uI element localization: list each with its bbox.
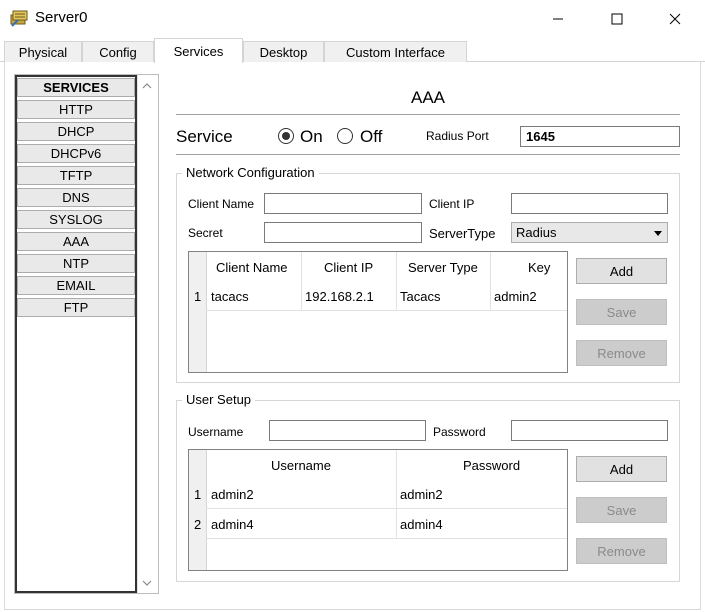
server-icon: [10, 8, 30, 28]
row-number-column: [189, 252, 206, 372]
client-ip-label: Client IP: [429, 197, 475, 211]
close-button[interactable]: [652, 4, 698, 34]
server-type-select[interactable]: Radius: [511, 222, 668, 243]
client-name-field[interactable]: [264, 193, 422, 214]
key-cell[interactable]: admin2: [494, 289, 537, 304]
password-field[interactable]: [511, 420, 668, 441]
server-type-label: ServerType: [429, 226, 496, 241]
column-divider: [396, 450, 397, 539]
username-cell[interactable]: admin2: [211, 487, 254, 502]
page-title: AAA: [410, 88, 446, 107]
tab-physical[interactable]: Physical: [4, 41, 82, 62]
service-off-label: Off: [360, 127, 383, 146]
maximize-button[interactable]: [594, 4, 640, 34]
password-cell[interactable]: admin4: [400, 517, 443, 532]
divider: [176, 114, 680, 115]
add-user-button[interactable]: Add: [576, 456, 667, 482]
sidebar-item-http[interactable]: HTTP: [17, 100, 135, 119]
client-name-cell[interactable]: tacacs: [211, 289, 249, 304]
column-header-client-ip[interactable]: Client IP: [324, 260, 373, 275]
tab-config[interactable]: Config: [82, 41, 154, 62]
sidebar-item-ntp[interactable]: NTP: [17, 254, 135, 273]
chevron-down-icon: [654, 231, 662, 236]
minimize-icon: [553, 18, 563, 20]
service-label: Service: [176, 127, 233, 146]
radius-port-field[interactable]: 1645: [520, 126, 680, 147]
service-on-radio[interactable]: [278, 128, 294, 144]
column-divider: [206, 252, 207, 372]
password-label: Password: [433, 425, 486, 439]
scroll-down-icon[interactable]: [140, 576, 154, 590]
username-cell[interactable]: admin4: [211, 517, 254, 532]
row-divider: [206, 310, 567, 311]
radius-port-label: Radius Port: [426, 129, 489, 143]
add-client-button[interactable]: Add: [576, 258, 667, 284]
save-client-button[interactable]: Save: [576, 299, 667, 325]
secret-label: Secret: [188, 226, 223, 240]
row-number: 1: [194, 289, 202, 304]
row-number: 2: [194, 517, 202, 532]
row-divider: [206, 508, 567, 509]
service-on-label: On: [300, 127, 323, 146]
password-cell[interactable]: admin2: [400, 487, 443, 502]
column-divider: [206, 450, 207, 570]
column-header-key[interactable]: Key: [528, 260, 550, 275]
column-header-client-name[interactable]: Client Name: [216, 260, 288, 275]
sidebar-scrollbar[interactable]: [137, 75, 158, 593]
sidebar-item-dhcp[interactable]: DHCP: [17, 122, 135, 141]
column-divider: [301, 252, 302, 310]
sidebar-item-aaa[interactable]: AAA: [17, 232, 135, 251]
column-header-username[interactable]: Username: [271, 458, 331, 473]
server-type-value: Radius: [516, 225, 557, 240]
maximize-icon: [611, 13, 623, 25]
row-divider: [206, 538, 567, 539]
scroll-up-icon[interactable]: [140, 79, 154, 93]
column-divider: [396, 252, 397, 310]
sidebar-item-dhcpv6[interactable]: DHCPv6: [17, 144, 135, 163]
save-user-button[interactable]: Save: [576, 497, 667, 523]
tab-custom-interface[interactable]: Custom Interface: [324, 41, 467, 62]
tab-desktop[interactable]: Desktop: [243, 41, 324, 62]
secret-field[interactable]: [264, 222, 422, 243]
client-name-label: Client Name: [188, 197, 255, 211]
username-label: Username: [188, 425, 244, 439]
user-setup-legend: User Setup: [182, 392, 256, 407]
sidebar-item-email[interactable]: EMAIL: [17, 276, 135, 295]
sidebar-item-tftp[interactable]: TFTP: [17, 166, 135, 185]
sidebar-header: SERVICES: [17, 78, 135, 97]
column-header-password[interactable]: Password: [463, 458, 520, 473]
remove-user-button[interactable]: Remove: [576, 538, 667, 564]
close-icon: [669, 13, 681, 25]
client-ip-field[interactable]: [511, 193, 668, 214]
client-ip-cell[interactable]: 192.168.2.1: [305, 289, 374, 304]
window-title: Server0: [35, 9, 88, 26]
row-number: 1: [194, 487, 202, 502]
tab-services[interactable]: Services: [154, 38, 243, 63]
column-header-server-type[interactable]: Server Type: [408, 260, 478, 275]
service-off-radio[interactable]: [337, 128, 353, 144]
server-type-cell[interactable]: Tacacs: [400, 289, 440, 304]
sidebar-item-syslog[interactable]: SYSLOG: [17, 210, 135, 229]
sidebar-item-ftp[interactable]: FTP: [17, 298, 135, 317]
divider: [176, 154, 680, 155]
column-divider: [490, 252, 491, 310]
minimize-button[interactable]: [535, 4, 581, 34]
network-configuration-legend: Network Configuration: [182, 165, 319, 180]
row-number-column: [189, 450, 206, 570]
sidebar-item-dns[interactable]: DNS: [17, 188, 135, 207]
remove-client-button[interactable]: Remove: [576, 340, 667, 366]
username-field[interactable]: [269, 420, 426, 441]
